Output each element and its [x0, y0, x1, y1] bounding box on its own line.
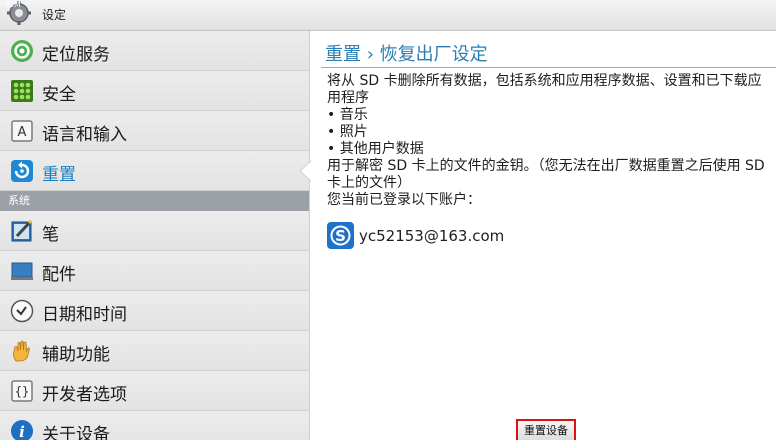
sidebar-item-label: 语言和输入	[42, 125, 127, 145]
accounts-label: 您当前已登录以下账户：	[327, 192, 481, 208]
bullet-item: 音乐	[327, 107, 772, 124]
location-icon	[11, 40, 33, 62]
keyboard-a-icon: A	[11, 120, 33, 142]
sidebar-item-accessory[interactable]: 配件	[0, 251, 309, 291]
bullet-item: 其他用户数据	[327, 141, 772, 158]
sidebar-item-label: 安全	[42, 85, 76, 105]
sidebar-item-date-time[interactable]: 日期和时间	[0, 291, 309, 331]
settings-sidebar: 定位服务 安全 A 语言和输入 重置 系统 笔 配件 日期和时间 辅助功能 {}…	[0, 31, 310, 440]
reset-icon	[11, 160, 33, 182]
sidebar-item-reset[interactable]: 重置	[0, 151, 309, 191]
bullet-item: 照片	[327, 124, 772, 141]
sidebar-item-label: 开发者选项	[42, 385, 127, 405]
sidebar-item-accessibility[interactable]: 辅助功能	[0, 331, 309, 371]
sidebar-item-label: 配件	[42, 265, 76, 285]
sidebar-item-label: 辅助功能	[42, 345, 110, 365]
sidebar-item-label: 重置	[42, 165, 76, 185]
braces-icon: {}	[11, 380, 33, 402]
status-overlay: ᵗˡ 41M	[0, 0, 21, 9]
info-icon: i	[11, 420, 33, 440]
sidebar-item-label: 日期和时间	[42, 305, 127, 325]
sidebar-item-developer-options[interactable]: {} 开发者选项	[0, 371, 309, 411]
section-header-system: 系统	[0, 191, 309, 211]
svg-text:i: i	[19, 423, 25, 440]
reset-description: 将从 SD 卡删除所有数据，包括系统和应用程序数据、设置和已下载应用程序 音乐 …	[327, 73, 772, 209]
clock-icon	[10, 299, 34, 323]
intro-text: 将从 SD 卡删除所有数据，包括系统和应用程序数据、设置和已下载应用程序	[327, 73, 762, 106]
svg-text:S: S	[335, 227, 346, 245]
account-s-icon: S	[327, 222, 354, 249]
sidebar-item-pen[interactable]: 笔	[0, 211, 309, 251]
window-title: 设定	[42, 8, 67, 22]
top-bar: ᵗˡ 41M 设定	[0, 0, 776, 31]
sidebar-item-label: 定位服务	[42, 45, 110, 65]
sidebar-item-location[interactable]: 定位服务	[0, 31, 309, 71]
security-grid-icon	[11, 80, 33, 102]
accessory-icon	[11, 262, 33, 280]
sidebar-item-language-input[interactable]: A 语言和输入	[0, 111, 309, 151]
sidebar-item-security[interactable]: 安全	[0, 71, 309, 111]
key-note-text: 用于解密 SD 卡上的文件的金钥。（您无法在出厂数据重置之后使用 SD 卡上的文…	[327, 158, 765, 191]
pen-icon	[11, 219, 33, 242]
account-email: yc52153@163.com	[359, 227, 505, 245]
svg-text:A: A	[18, 125, 27, 140]
content-pane: 重置 › 恢复出厂设定 将从 SD 卡删除所有数据，包括系统和应用程序数据、设置…	[311, 31, 776, 440]
header-divider	[321, 67, 776, 68]
sidebar-item-label: 关于设备	[42, 425, 110, 440]
sidebar-item-label: 笔	[42, 225, 59, 245]
sidebar-item-about-device[interactable]: i 关于设备	[0, 411, 309, 440]
hand-icon	[13, 340, 30, 362]
breadcrumb: 重置 › 恢复出厂设定	[325, 44, 488, 65]
svg-text:{}: {}	[15, 385, 29, 399]
reset-device-button[interactable]: 重置设备	[516, 419, 576, 440]
